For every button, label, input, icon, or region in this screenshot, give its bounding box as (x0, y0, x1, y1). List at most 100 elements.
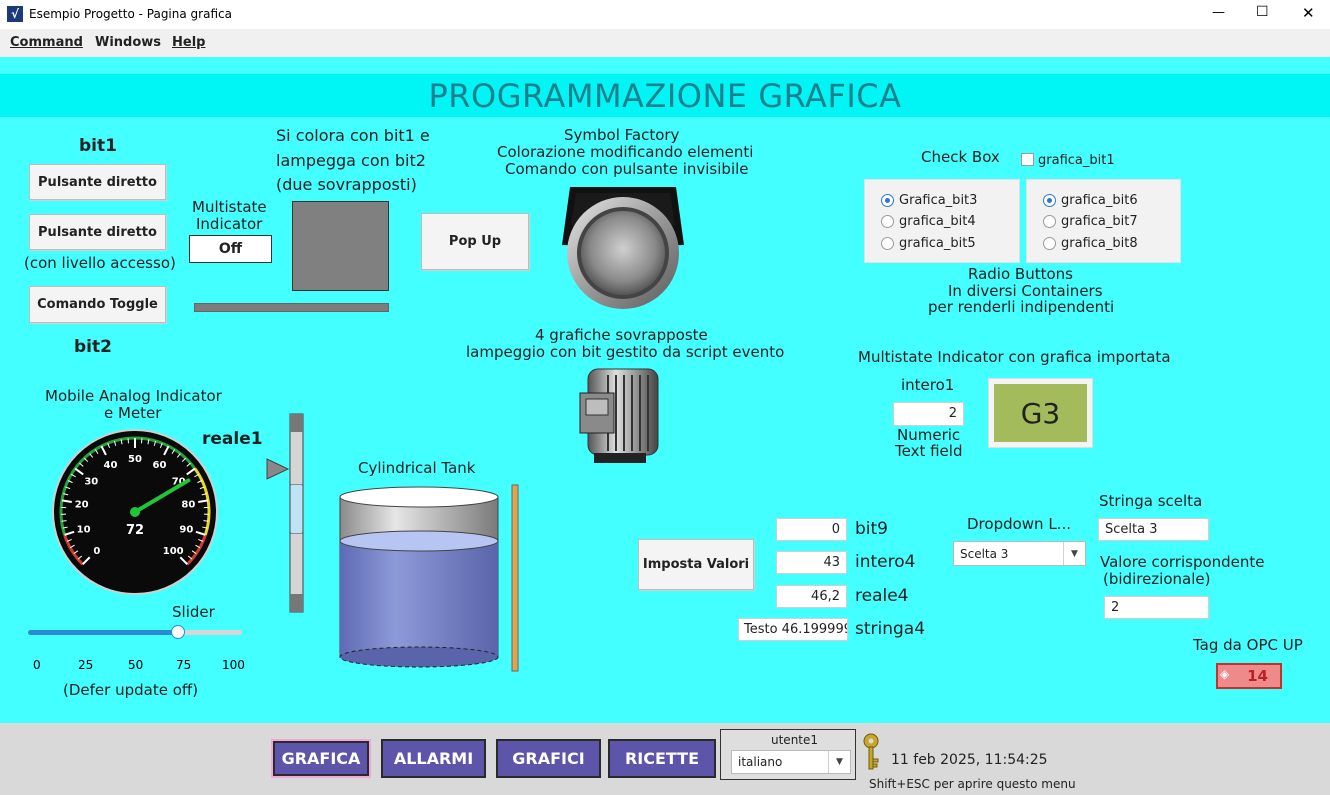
user-panel: utente1 italiano ▼ (720, 729, 856, 780)
symbol-factory-line2: Colorazione modificando elementi (497, 143, 754, 161)
slider-track[interactable] (28, 625, 242, 639)
popup-button[interactable]: Pop Up (421, 213, 529, 270)
gauge-title-2: e Meter (104, 404, 162, 422)
radio-grafica-bit6[interactable]: grafica_bit6 (1043, 193, 1138, 208)
chevron-down-icon[interactable]: ▼ (1063, 542, 1085, 565)
g3-indicator-face: G3 (994, 384, 1087, 442)
bit2-label: bit2 (74, 337, 112, 357)
minimize-icon[interactable]: — (1212, 5, 1225, 20)
intero4-field[interactable]: 43 (776, 551, 847, 574)
pulsante-diretto-button[interactable]: Pulsante diretto (29, 164, 166, 200)
radio-grafica-bit8[interactable]: grafica_bit8 (1043, 236, 1138, 251)
gauge-value-label: 72 (126, 523, 144, 538)
grafica-bit1-checkbox[interactable] (1021, 153, 1034, 166)
radio-grafica-bit7[interactable]: grafica_bit7 (1043, 214, 1138, 229)
stringa-scelta-title: Stringa scelta (1099, 492, 1203, 510)
language-select[interactable]: italiano ▼ (731, 750, 851, 774)
valore-corrispondente-field[interactable]: 2 (1104, 596, 1209, 619)
colored-rect-caption-2: lampegga con bit2 (276, 151, 426, 170)
radio-indicator[interactable] (881, 215, 894, 228)
radio-indicator[interactable] (1043, 215, 1056, 228)
radio-indicator[interactable] (1043, 237, 1056, 250)
app-icon: √ (7, 6, 23, 22)
bit1-label: bit1 (79, 136, 117, 156)
bit9-field[interactable]: 0 (776, 518, 847, 541)
bottom-toolbar: GRAFICA ALLARMI GRAFICI RICETTE utente1 … (0, 723, 1330, 795)
radio-grafica-bit5[interactable]: grafica_bit5 (881, 236, 976, 251)
push-button-symbol[interactable] (560, 185, 686, 311)
gauge-tick-label: 20 (75, 500, 89, 511)
bit9-label: bit9 (855, 519, 888, 539)
gauge-tick (61, 520, 67, 522)
g3-indicator: G3 (988, 378, 1093, 448)
key-icon[interactable] (860, 733, 882, 773)
comando-toggle-button[interactable]: Comando Toggle (29, 286, 166, 323)
symbol-factory-title: Symbol Factory (564, 126, 680, 144)
radio-label: grafica_bit8 (1061, 236, 1138, 251)
radio-label: grafica_bit7 (1061, 214, 1138, 229)
cylindrical-tank (339, 484, 519, 672)
radio-label: grafica_bit5 (899, 236, 976, 251)
opc-tag-value: 14 (1247, 667, 1268, 685)
colored-rect-caption-3: (due sovrapposti) (276, 175, 417, 194)
slider-tick-75: 75 (176, 658, 192, 672)
gauge-hub (130, 507, 140, 517)
imposta-valori-button[interactable]: Imposta Valori (638, 539, 754, 590)
stringa4-field[interactable]: Testo 46.1999998 (738, 618, 848, 641)
radio-container-2: grafica_bit6 grafica_bit7 grafica_bit8 (1026, 179, 1181, 263)
colored-rect-caption-1: Si colora con bit1 e (276, 126, 430, 145)
slider-tick-50: 50 (128, 658, 144, 672)
intero4-label: intero4 (855, 552, 916, 572)
reale4-label: reale4 (855, 586, 909, 606)
radio-caption-1: Radio Buttons (968, 265, 1073, 283)
datetime: 11 feb 2025, 11:54:25 (891, 752, 1048, 768)
slider-tick-100: 100 (222, 658, 245, 672)
gauge-tick-label: 100 (163, 546, 184, 557)
radio-grafica-bit3[interactable]: Grafica_bit3 (881, 193, 977, 208)
motor-symbol (579, 368, 659, 463)
gauge-title-1: Mobile Analog Indicator (45, 387, 222, 405)
colored-rectangle (292, 201, 389, 291)
motor-caption-1: 4 grafiche sovrapposte (535, 326, 708, 344)
dropdown-value: Scelta 3 (960, 546, 1009, 561)
symbol-factory-line3: Comando con pulsante invisibile (505, 160, 749, 178)
slider-tick-25: 25 (78, 658, 94, 672)
reale4-field[interactable]: 46,2 (776, 585, 847, 608)
slider-thumb[interactable] (170, 625, 185, 639)
nav-grafica[interactable]: GRAFICA (271, 739, 371, 778)
gauge-tick-label: 10 (77, 525, 91, 536)
intero1-label: intero1 (901, 376, 955, 394)
maximize-icon[interactable]: ☐ (1256, 4, 1269, 20)
gauge-tick-label: 40 (104, 460, 118, 471)
intero1-field[interactable]: 2 (893, 402, 964, 426)
livello-accesso-label: (con livello accesso) (24, 254, 176, 272)
nav-ricette[interactable]: RICETTE (608, 739, 716, 778)
window-title: Esempio Progetto - Pagina grafica (29, 7, 232, 21)
dropdown-select[interactable]: Scelta 3 ▼ (953, 541, 1086, 566)
radio-label: grafica_bit6 (1061, 193, 1138, 208)
close-icon[interactable]: ✕ (1302, 4, 1315, 22)
slider-fill (28, 630, 178, 635)
menu-help[interactable]: Help (172, 35, 205, 50)
radio-container-1: Grafica_bit3 grafica_bit4 grafica_bit5 (864, 179, 1020, 263)
stringa-scelta-field[interactable]: Scelta 3 (1098, 518, 1209, 541)
radio-grafica-bit4[interactable]: grafica_bit4 (881, 214, 976, 229)
tank-title: Cylindrical Tank (358, 459, 476, 477)
menu-bar: Command Windows Help (0, 29, 1330, 57)
slider-label: Slider (172, 603, 215, 621)
pulsante-diretto-livello-button[interactable]: Pulsante diretto (29, 214, 166, 250)
radio-indicator[interactable] (881, 237, 894, 250)
radio-indicator[interactable] (1043, 194, 1056, 207)
checkbox-title: Check Box (921, 148, 1000, 166)
chevron-down-icon[interactable]: ▼ (828, 751, 850, 773)
valore-corrispondente-title: Valore corrispondente (1100, 553, 1265, 571)
radio-indicator[interactable] (881, 194, 894, 207)
menu-windows[interactable]: Windows (95, 35, 161, 50)
numeric-caption-2: Text field (895, 442, 963, 460)
gauge-tick-label: 60 (153, 460, 167, 471)
menu-command[interactable]: Command (10, 35, 83, 50)
nav-allarmi[interactable]: ALLARMI (381, 739, 486, 778)
nav-grafici[interactable]: GRAFICI (496, 739, 601, 778)
progress-bar (194, 303, 389, 312)
dropdown-title: Dropdown L... (967, 515, 1071, 533)
